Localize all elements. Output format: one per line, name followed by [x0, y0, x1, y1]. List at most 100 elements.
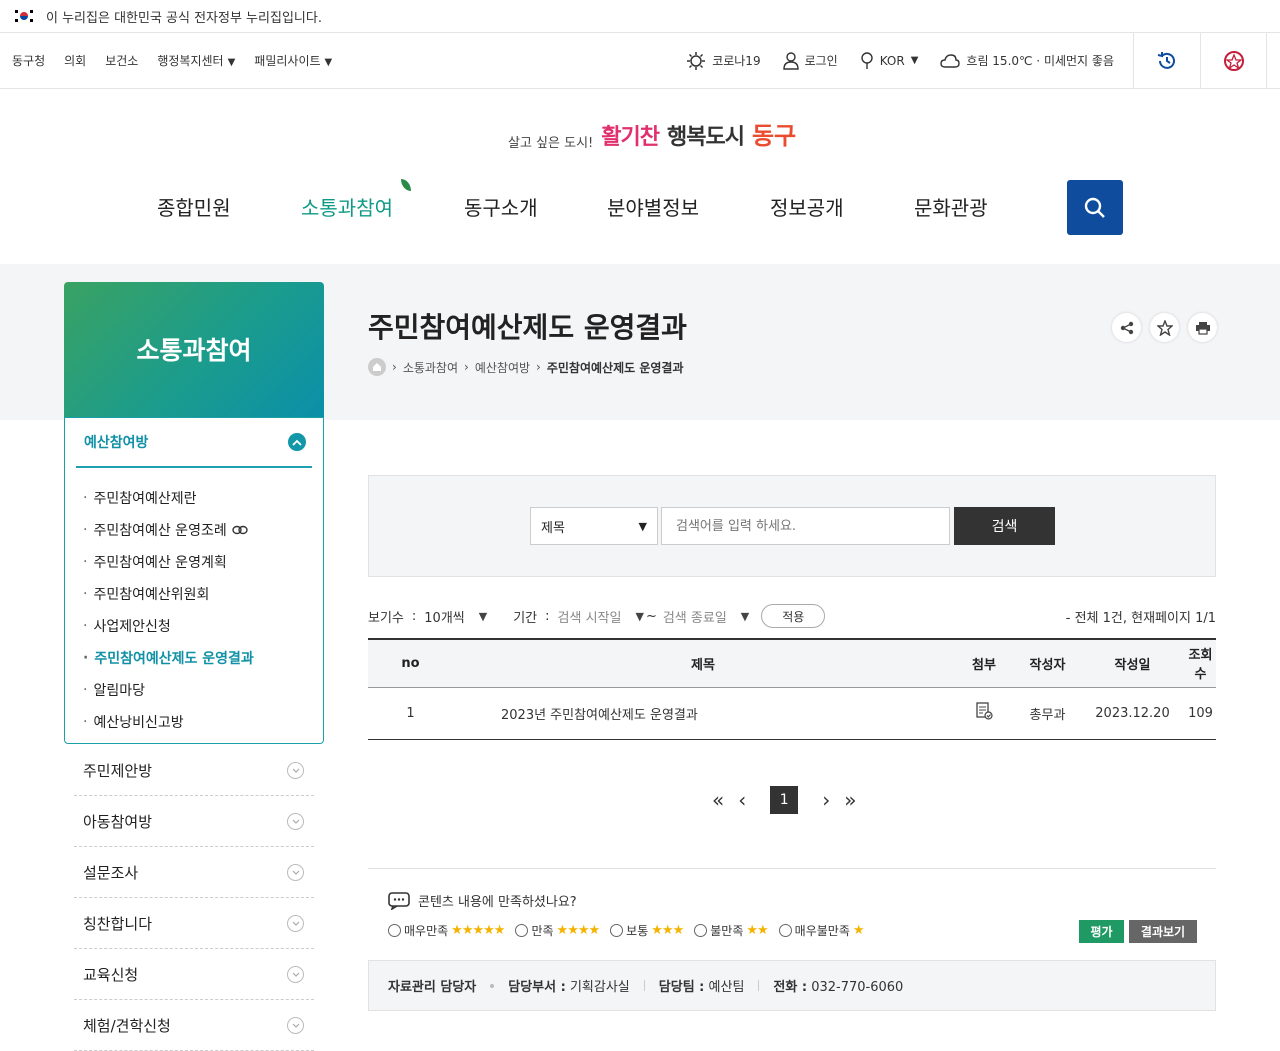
logo-slogan-vivid: 활기찬	[601, 124, 660, 150]
radio-button[interactable]	[610, 924, 624, 937]
gnb-info-disclosure[interactable]: 정보공개	[770, 192, 844, 221]
rating-dissatisfied[interactable]: 불만족 ★★	[694, 922, 769, 939]
pagination: « ‹ 1 › »	[712, 786, 857, 814]
satisfaction-survey: 콘텐츠 내용에 만족하셨나요? 매우만족 ★★★★★ 만족 ★★★★ 보통 ★★★ 불…	[368, 868, 1216, 958]
page-tools	[1112, 313, 1217, 342]
utility-nav: 동구청 의회 보건소 행정복지센터 ▼ 패밀리사이트 ▼ 코로나19 로그인 KOR…	[0, 33, 1280, 89]
end-date-select[interactable]: 검색 종료일	[663, 607, 727, 626]
lnb-item[interactable]: 주민참여예산위원회	[65, 578, 323, 610]
attachment-file-icon[interactable]	[975, 702, 993, 720]
lnb-item-ordinance[interactable]: 주민참여예산 운영조례	[65, 514, 323, 546]
rating-very-satisfied[interactable]: 매우만족 ★★★★★	[388, 922, 505, 939]
logo-slogan-happy-city: 행복도시	[666, 124, 745, 150]
start-date-select[interactable]: 검색 시작일	[558, 607, 622, 626]
lnb-menu-education[interactable]: 교육신청	[74, 949, 314, 1000]
table-row[interactable]: 1 2023년 주민참여예산제도 운영결과 총무과 2023.12.20 109	[368, 687, 1216, 739]
page-number-current[interactable]: 1	[770, 786, 799, 814]
link-council[interactable]: 의회	[64, 52, 86, 69]
breadcrumb-item[interactable]: 소통과참여	[403, 359, 458, 376]
tilde: ~	[645, 608, 657, 624]
separator	[643, 980, 645, 991]
share-button[interactable]	[1112, 313, 1141, 342]
stars-icon: ★★★★	[556, 923, 601, 938]
star-icon	[1156, 319, 1173, 336]
lnb-item[interactable]: 알림마당	[65, 674, 323, 706]
apply-button[interactable]: 적용	[761, 604, 826, 628]
next-page-icon[interactable]: ›	[822, 788, 830, 812]
lnb-item-active[interactable]: 주민참여예산제도 운영결과	[65, 642, 323, 674]
lnb-menu-experience[interactable]: 체험/견학신청	[74, 1000, 314, 1051]
link-health-center[interactable]: 보건소	[105, 52, 138, 69]
radio-button[interactable]	[388, 924, 401, 937]
search-submit-button[interactable]: 검색	[954, 507, 1055, 545]
lnb-menu-praise[interactable]: 칭찬합니다	[74, 898, 314, 949]
stars-icon: ★★★★★	[451, 923, 505, 938]
search-input[interactable]	[661, 507, 950, 545]
chevron-up-icon[interactable]	[288, 433, 306, 451]
gnb-civil-service[interactable]: 종합민원	[157, 192, 231, 221]
search-type-select[interactable]: 제목 ▼	[530, 507, 658, 545]
period-label: 기간	[513, 610, 538, 626]
site-logo[interactable]: 살고 싶은 도시! 활기찬 행복도시 동구	[508, 116, 796, 151]
col-views: 조회수	[1188, 648, 1213, 683]
col-title: 제목	[691, 657, 715, 673]
lnb-item[interactable]: 주민참여예산 운영계획	[65, 546, 323, 578]
radio-button[interactable]	[515, 924, 529, 937]
lnb-item[interactable]: 사업제안신청	[65, 610, 323, 642]
print-button[interactable]	[1188, 313, 1217, 342]
print-icon	[1195, 321, 1210, 335]
gnb-culture-tourism[interactable]: 문화관광	[914, 192, 988, 221]
chevron-down-icon	[287, 863, 304, 881]
prev-page-icon[interactable]: ‹	[738, 788, 746, 812]
lnb-title: 소통과참여	[136, 336, 252, 365]
gnb-field-info[interactable]: 분야별정보	[607, 192, 699, 221]
lnb-submenu: 예산참여방 주민참여예산제란 주민참여예산 운영조례 주민참여예산 운영계획 주…	[64, 417, 324, 744]
lnb-menu-resident-proposal[interactable]: 주민제안방	[74, 745, 314, 796]
history-button[interactable]	[1133, 33, 1200, 88]
caret-down-icon: ▼	[478, 609, 488, 623]
emblem-icon	[1223, 50, 1244, 71]
view-results-button[interactable]: 결과보기	[1129, 920, 1197, 943]
col-no: no	[401, 655, 420, 671]
dropdown-family-site[interactable]: 패밀리사이트 ▼	[254, 52, 332, 69]
radio-button[interactable]	[778, 924, 792, 937]
lnb-section-header[interactable]: 예산참여방	[76, 418, 312, 468]
global-search-button[interactable]	[1067, 180, 1123, 235]
lnb-item[interactable]: 예산낭비신고방	[65, 706, 323, 738]
lnb-section-title: 예산참여방	[84, 435, 149, 451]
external-link-icon	[232, 525, 248, 535]
rows-label: 보기수	[368, 610, 404, 626]
login-link[interactable]: 로그인	[782, 51, 838, 70]
evaluate-button[interactable]: 평가	[1079, 920, 1124, 943]
link-donggu[interactable]: 동구청	[12, 52, 45, 69]
chevron-down-icon	[287, 1016, 304, 1034]
corona-link[interactable]: 코로나19	[686, 51, 761, 71]
caret-down-icon: ▼	[635, 609, 644, 623]
lnb-item[interactable]: 주민참여예산제란	[65, 482, 323, 514]
favorite-button[interactable]	[1150, 313, 1179, 342]
page-title: 주민참여예산제도 운영결과	[368, 311, 687, 344]
rating-normal[interactable]: 보통 ★★★	[610, 922, 684, 939]
weather-info: 흐림 15.0℃ · 미세먼지 좋음	[940, 52, 1114, 69]
post-title-link[interactable]: 2023년 주민참여예산제도 운영결과	[453, 687, 953, 739]
first-page-icon[interactable]: «	[712, 788, 724, 812]
chevron-down-icon	[287, 761, 304, 779]
breadcrumb-item[interactable]: 예산참여방	[475, 359, 530, 376]
dropdown-welfare-center[interactable]: 행정복지센터 ▼	[157, 52, 235, 69]
virus-icon	[687, 51, 706, 70]
emblem-button[interactable]	[1200, 33, 1267, 88]
lnb-menu-child-participation[interactable]: 아동참여방	[74, 796, 314, 847]
radio-button[interactable]	[694, 924, 708, 937]
language-select[interactable]: KOR ▼	[860, 51, 918, 70]
last-page-icon[interactable]: »	[844, 788, 856, 812]
chat-bubble-icon	[388, 891, 410, 910]
lnb-menu-survey[interactable]: 설문조사	[74, 847, 314, 898]
cloud-icon	[940, 53, 961, 68]
rows-select[interactable]: 10개씩	[424, 607, 464, 626]
chevron-down-icon	[287, 812, 304, 830]
rating-satisfied[interactable]: 만족 ★★★★	[515, 922, 601, 939]
rating-very-dissatisfied[interactable]: 매우불만족 ★	[778, 922, 865, 939]
gnb-about[interactable]: 동구소개	[464, 192, 538, 221]
home-icon[interactable]	[368, 358, 386, 376]
gnb-communication[interactable]: 소통과참여	[301, 192, 393, 221]
